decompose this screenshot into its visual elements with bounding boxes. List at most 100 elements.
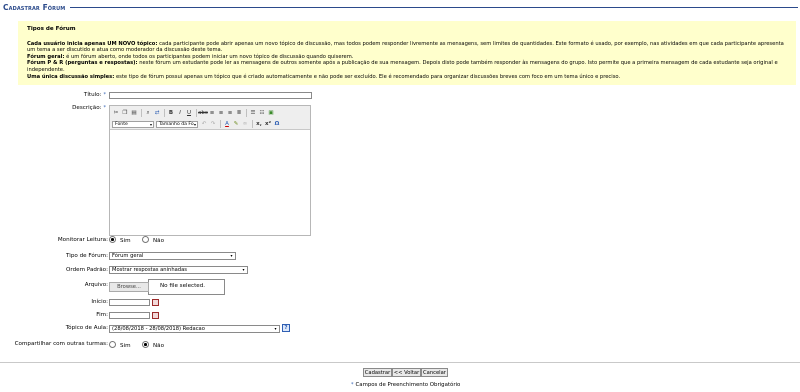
titulo-label: Título: *	[84, 92, 106, 98]
ordem-value: Mostrar respostas aninhadas	[112, 267, 187, 273]
replace-icon[interactable]: ⇄	[153, 109, 161, 117]
compartilhar-sim-radio[interactable]	[109, 341, 116, 348]
info-paragraph-4: Uma única discussão simples: este tipo d…	[27, 74, 787, 81]
monitorar-label: Monitorar Leitura:	[57, 237, 108, 243]
tipo-forum-label: Tipo de Fórum:	[66, 253, 108, 259]
underline-icon[interactable]: U	[185, 109, 193, 117]
toolbar-separator	[252, 120, 253, 128]
bullet-list-icon[interactable]: ☰	[249, 109, 257, 117]
align-center-icon[interactable]: ≡	[217, 109, 225, 117]
descricao-label: Descrição: *	[72, 105, 106, 111]
cadastrar-button[interactable]: Cadastrar	[363, 368, 392, 377]
toolbar-separator	[196, 109, 197, 117]
info-p4-text: este tipo de fórum possui apenas um tópi…	[114, 73, 621, 80]
cut-icon[interactable]: ✂	[112, 109, 120, 117]
size-select-value: Tamanho da Fo	[159, 121, 194, 127]
title-divider	[70, 7, 798, 8]
paste-icon[interactable]: ▤	[130, 109, 138, 117]
strikethrough-icon[interactable]: abc	[198, 109, 208, 117]
tipo-forum-value: Fórum geral	[112, 253, 144, 259]
chevron-down-icon: ▾	[242, 267, 245, 272]
copy-icon[interactable]: ❐	[121, 109, 129, 117]
align-left-icon[interactable]: ≡	[208, 109, 216, 117]
required-footnote: * Campos de Preenchimento Obrigatório	[351, 382, 460, 388]
descricao-label-text: Descrição:	[72, 105, 102, 111]
numbered-list-icon[interactable]: ☷	[258, 109, 266, 117]
info-heading: Tipos de Fórum	[27, 26, 76, 32]
calendar-icon[interactable]	[152, 299, 159, 306]
info-p3-text: neste fórum um estudante pode ler as men…	[27, 60, 778, 73]
arquivo-label: Arquivo:	[84, 282, 108, 288]
inicio-input[interactable]	[109, 299, 150, 306]
superscript-icon[interactable]: x²	[264, 120, 272, 128]
compartilhar-label: Compartilhar com outras turmas:	[14, 341, 108, 347]
toolbar-separator	[141, 109, 142, 117]
voltar-button[interactable]: << Voltar	[392, 368, 421, 377]
help-icon[interactable]: ?	[282, 324, 290, 332]
redo-icon[interactable]: ↷	[209, 120, 217, 128]
bold-icon[interactable]: B	[167, 109, 175, 117]
required-footnote-text: Campos de Preenchimento Obrigatório	[355, 382, 461, 388]
highlight-icon[interactable]: ✎	[232, 120, 240, 128]
monitorar-sim-radio[interactable]	[109, 236, 116, 243]
link-icon[interactable]: ∞	[241, 120, 249, 128]
size-select[interactable]: Tamanho da Fo ▾	[156, 120, 198, 128]
cancelar-button[interactable]: Cancelar	[421, 368, 448, 377]
calendar-icon[interactable]	[152, 312, 159, 319]
editor-toolbar: ✂ ❐ ▤ ⌕ ⇄ B I U abc ≡ ≡ ≡ ≣ ☰ ☷ ▣ Fonte ▾…	[110, 106, 310, 130]
compartilhar-sim-label: Sim	[120, 343, 131, 349]
page-title: Cadastrar Fórum	[3, 2, 66, 12]
monitorar-sim-label: Sim	[120, 238, 131, 244]
monitorar-nao-radio[interactable]	[142, 236, 149, 243]
ordem-select[interactable]: Mostrar respostas aninhadas ▾	[109, 266, 248, 274]
required-marker: *	[351, 382, 354, 388]
chevron-down-icon: ▾	[274, 326, 277, 331]
editor-content-area[interactable]	[110, 130, 310, 235]
inicio-label: Início:	[91, 299, 108, 305]
titulo-label-text: Título:	[83, 92, 102, 98]
info-p3-bold: Fórum P & R (perguntas e respostas):	[27, 60, 138, 67]
topico-label: Tópico de Aula:	[65, 325, 108, 331]
descricao-editor: ✂ ❐ ▤ ⌕ ⇄ B I U abc ≡ ≡ ≡ ≣ ☰ ☷ ▣ Fonte ▾…	[109, 105, 311, 236]
insert-image-icon[interactable]: ▣	[267, 109, 275, 117]
find-icon[interactable]: ⌕	[144, 109, 152, 117]
browse-button[interactable]: Browse...	[109, 282, 149, 292]
omega-icon[interactable]: Ω	[273, 120, 281, 128]
toolbar-separator	[164, 109, 165, 117]
chevron-down-icon: ▾	[193, 121, 196, 127]
ordem-label: Ordem Padrão:	[66, 267, 108, 273]
text-color-icon[interactable]: A	[223, 120, 231, 128]
italic-icon[interactable]: I	[176, 109, 184, 117]
fim-input[interactable]	[109, 312, 150, 319]
justify-icon[interactable]: ≣	[235, 109, 243, 117]
compartilhar-nao-label: Não	[153, 343, 165, 349]
topico-value: (28/08/2018 - 28/08/2018) Redacao	[112, 326, 205, 332]
editor-toolbar-row-2: Fonte ▾ Tamanho da Fo ▾ ↶ ↷ A ✎ ∞ x, x² Ω	[112, 119, 282, 129]
monitorar-nao-label: Não	[153, 238, 165, 244]
font-select[interactable]: Fonte ▾	[112, 120, 154, 128]
align-right-icon[interactable]: ≡	[226, 109, 234, 117]
compartilhar-nao-radio[interactable]	[142, 341, 149, 348]
undo-icon[interactable]: ↶	[200, 120, 208, 128]
editor-toolbar-row-1: ✂ ❐ ▤ ⌕ ⇄ B I U abc ≡ ≡ ≡ ≣ ☰ ☷ ▣	[112, 108, 276, 118]
titulo-input[interactable]	[109, 92, 312, 99]
toolbar-separator	[220, 120, 221, 128]
required-marker: *	[103, 92, 107, 98]
font-select-value: Fonte	[115, 121, 128, 127]
footer-divider	[0, 362, 800, 363]
fim-label: Fim:	[96, 312, 108, 318]
chevron-down-icon: ▾	[149, 121, 152, 127]
info-paragraph-3: Fórum P & R (perguntas e respostas): nes…	[27, 60, 787, 73]
info-paragraph-1: Cada usuário inicia apenas UM NOVO tópic…	[27, 41, 787, 54]
file-status: No file selected.	[160, 283, 206, 289]
info-p2-bold: Fórum geral:	[27, 53, 65, 60]
info-p2-text: é um fórum aberto, onde todos os partici…	[64, 53, 354, 60]
forum-types-info: Tipos de Fórum Cada usuário inicia apena…	[18, 21, 796, 85]
required-marker: *	[103, 105, 107, 111]
info-p1-bold: Cada usuário inicia apenas UM NOVO tópic…	[27, 40, 158, 47]
subscript-icon[interactable]: x,	[255, 120, 263, 128]
tipo-forum-select[interactable]: Fórum geral ▾	[109, 252, 236, 260]
page-title-bar: Cadastrar Fórum	[3, 1, 798, 13]
info-p4-bold: Uma única discussão simples:	[27, 73, 115, 80]
topico-select[interactable]: (28/08/2018 - 28/08/2018) Redacao ▾	[109, 325, 280, 333]
